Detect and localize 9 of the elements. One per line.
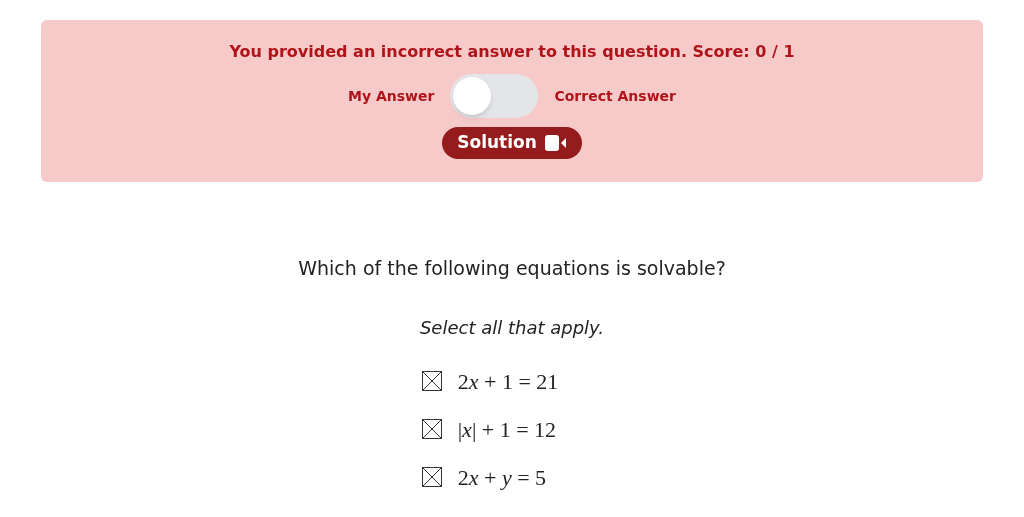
feedback-message: You provided an incorrect answer to this question. Score: 0 / 1: [229, 41, 795, 63]
instruction-text: Select all that apply.: [419, 316, 605, 340]
solution-button[interactable]: Solution: [442, 127, 582, 159]
toggle-label: My Answer: [348, 86, 435, 106]
equation-text: |x| + 1 = 12: [457, 415, 557, 444]
equation-text: 2x + 1 = 21: [457, 367, 559, 396]
equation-text: 2x + y = 5: [457, 463, 547, 492]
question-text: Which of the following equations is solvable?: [298, 256, 726, 281]
toggle-label: Correct Answer: [554, 86, 676, 106]
